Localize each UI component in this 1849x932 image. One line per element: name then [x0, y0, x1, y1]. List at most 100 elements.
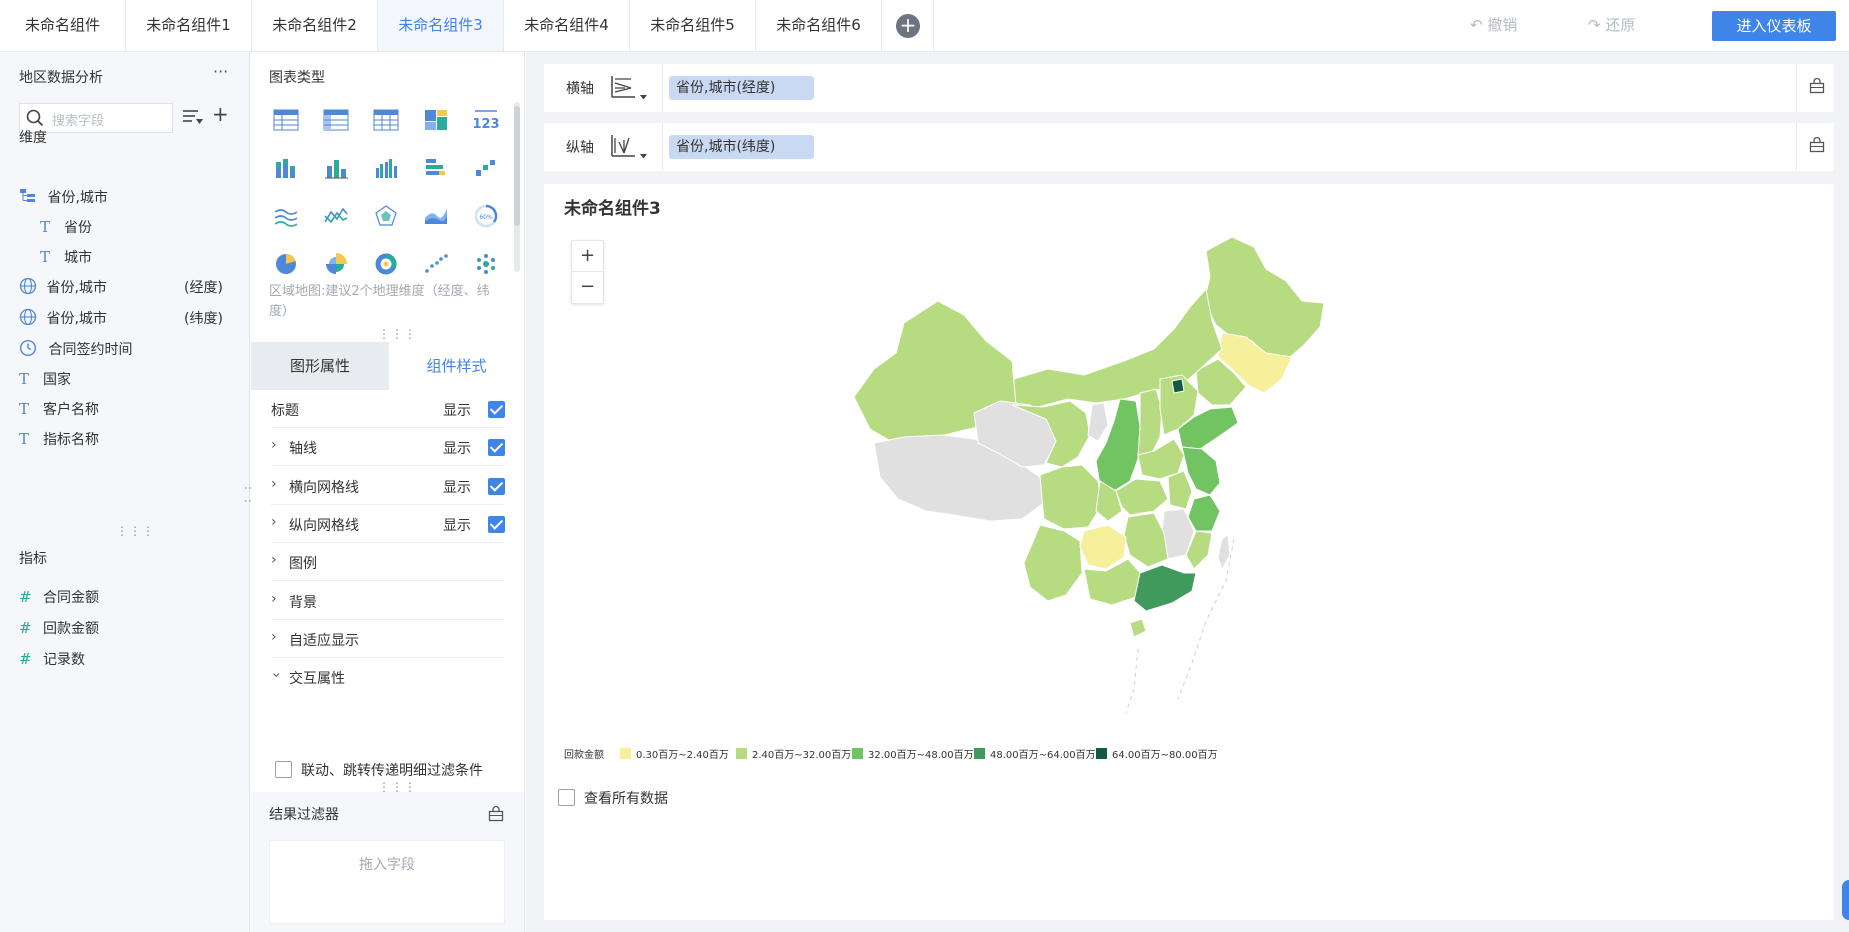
dimension-field-customer[interactable]: T 客户名称	[19, 398, 99, 420]
legend-item[interactable]: 48.00百万~64.00百万	[990, 746, 1096, 761]
map-region-zhejiang[interactable]	[1187, 494, 1221, 532]
legend-item[interactable]: 32.00百万~48.00百万	[868, 746, 974, 761]
y-axis-field-pill[interactable]: 省份,城市(纬度)	[669, 135, 814, 159]
lock-icon[interactable]	[1809, 137, 1825, 153]
dimension-field-province-city[interactable]: 省份,城市	[19, 187, 108, 209]
dimension-field-latitude[interactable]: 省份,城市 (纬度)	[19, 308, 229, 330]
enter-dashboard-button[interactable]: 进入仪表板	[1712, 11, 1836, 41]
redo-button[interactable]: ↷ 还原	[1588, 0, 1635, 51]
tab-component-6[interactable]: 未命名组件6	[756, 0, 882, 51]
view-all-data-checkbox[interactable]	[558, 789, 575, 806]
show-h-grid-checkbox[interactable]	[488, 478, 505, 495]
horizontal-bar-icon[interactable]	[423, 156, 449, 180]
legend-item[interactable]: 64.00百万~80.00百万	[1112, 746, 1218, 761]
rose-chart-icon[interactable]	[323, 252, 349, 276]
add-tab-button[interactable]: +	[896, 14, 920, 38]
map-region-guangdong[interactable]	[1133, 564, 1197, 612]
tab-component-0[interactable]: 未命名组件	[0, 0, 126, 51]
dimension-field-city[interactable]: T 城市	[40, 246, 92, 268]
cross-table-icon[interactable]	[373, 108, 399, 132]
table-chart-icon[interactable]	[273, 108, 299, 132]
measure-field-contract-amount[interactable]: # 合同金额	[19, 586, 99, 608]
prop-row-axis[interactable]: › 轴线 显示	[271, 428, 505, 466]
prop-row-legend[interactable]: › 图例	[271, 543, 504, 581]
area-chart-icon[interactable]	[423, 204, 449, 228]
line-chart-icon[interactable]	[323, 204, 349, 228]
tab-shape-properties[interactable]: 图形属性	[251, 342, 389, 390]
prop-row-background[interactable]: › 背景	[271, 582, 504, 620]
scatter-chart-icon[interactable]	[423, 252, 449, 276]
undo-button[interactable]: ↶ 撤销	[1470, 0, 1517, 51]
show-axis-checkbox[interactable]	[488, 439, 505, 456]
dimension-field-contract-time[interactable]: 合同签约时间	[19, 339, 132, 361]
clock-icon	[19, 339, 37, 357]
x-axis-field-pill[interactable]: 省份,城市(经度)	[669, 76, 814, 100]
show-v-grid-checkbox[interactable]	[488, 516, 505, 533]
y-axis-type-icon[interactable]	[609, 133, 653, 161]
lock-icon[interactable]	[488, 806, 504, 822]
filter-drop-zone[interactable]: 拖入字段	[269, 840, 505, 924]
more-icon[interactable]: ···	[213, 62, 228, 81]
tab-component-1[interactable]: 未命名组件1	[126, 0, 252, 51]
prop-row-adaptive[interactable]: › 自适应显示	[271, 620, 504, 658]
dimension-field-province[interactable]: T 省份	[40, 216, 92, 238]
sort-fields-icon[interactable]	[182, 108, 204, 126]
measure-field-payment-amount[interactable]: # 回款金额	[19, 617, 99, 639]
map-region-guizhou[interactable]	[1079, 524, 1127, 570]
prop-row-v-grid[interactable]: › 纵向网格线 显示	[271, 505, 505, 543]
chart-type-scroll-thumb[interactable]	[514, 106, 520, 226]
waterfall-chart-icon[interactable]	[473, 156, 499, 180]
zoom-in-button[interactable]: +	[572, 241, 603, 272]
map-region-taiwan[interactable]	[1217, 534, 1231, 571]
zoom-out-button[interactable]: −	[572, 272, 603, 303]
region-map[interactable]	[834, 229, 1354, 729]
map-region-shanxi[interactable]	[1137, 388, 1163, 456]
show-title-checkbox[interactable]	[488, 401, 505, 418]
map-region-anhui[interactable]	[1167, 470, 1193, 510]
gauge-chart-icon[interactable]: 60%	[473, 204, 499, 228]
lock-icon[interactable]	[1809, 78, 1825, 94]
resize-handle[interactable]: ⋮⋮⋮	[378, 327, 417, 341]
add-field-icon[interactable]: +	[212, 102, 229, 126]
legend-item[interactable]: 0.30百万~2.40百万	[636, 746, 729, 761]
stacked-bar-icon[interactable]	[273, 156, 299, 180]
bubble-chart-icon[interactable]	[473, 252, 499, 276]
map-region-hunan[interactable]	[1123, 512, 1169, 568]
dimension-field-country[interactable]: T 国家	[19, 368, 71, 390]
dimension-field-indicator-name[interactable]: T 指标名称	[19, 428, 99, 450]
prop-row-h-grid[interactable]: › 横向网格线 显示	[271, 467, 505, 505]
property-tabs: 图形属性 组件样式	[251, 342, 524, 390]
grouped-table-icon[interactable]	[323, 108, 349, 132]
radar-chart-icon[interactable]	[373, 204, 399, 228]
multi-line-icon[interactable]	[273, 204, 299, 228]
map-region-hainan[interactable]	[1129, 618, 1147, 638]
donut-chart-icon[interactable]	[373, 252, 399, 276]
tab-component-4[interactable]: 未命名组件4	[504, 0, 630, 51]
floating-assistant-button[interactable]	[1842, 880, 1849, 920]
treemap-chart-icon[interactable]	[423, 108, 449, 132]
pie-chart-icon[interactable]	[273, 252, 299, 276]
bar-chart-icon[interactable]	[323, 156, 349, 180]
dimension-field-longitude[interactable]: 省份,城市 (经度)	[19, 277, 229, 299]
x-axis-type-icon[interactable]	[609, 74, 653, 102]
tab-component-2[interactable]: 未命名组件2	[252, 0, 378, 51]
resize-handle[interactable]: ⋮⋮⋮	[378, 780, 417, 794]
map-region-yunnan[interactable]	[1023, 524, 1083, 602]
map-region-ningxia[interactable]	[1087, 402, 1109, 442]
tab-component-3[interactable]: 未命名组件3	[378, 0, 504, 51]
map-region-sichuan[interactable]	[1039, 464, 1103, 530]
legend-item[interactable]: 2.40百万~32.00百万	[752, 746, 851, 761]
measure-field-record-count[interactable]: # 记录数	[19, 648, 85, 670]
kpi-number-icon[interactable]: 123	[473, 108, 499, 132]
grouped-bar-icon[interactable]	[373, 156, 399, 180]
prop-show-label: 显示	[443, 518, 471, 534]
field-label: 省份,城市	[46, 311, 107, 327]
interaction-option[interactable]: 联动、跳转传递明细过滤条件	[275, 760, 515, 780]
prop-row-title[interactable]: 标题 显示	[271, 390, 505, 428]
map-region-beijing[interactable]	[1171, 378, 1185, 394]
tab-component-style[interactable]: 组件样式	[389, 342, 524, 390]
prop-row-interaction[interactable]: › 交互属性	[268, 658, 504, 696]
interaction-checkbox[interactable]	[275, 761, 292, 778]
resize-handle[interactable]: ⋮⋮⋮	[116, 524, 155, 538]
tab-component-5[interactable]: 未命名组件5	[630, 0, 756, 51]
